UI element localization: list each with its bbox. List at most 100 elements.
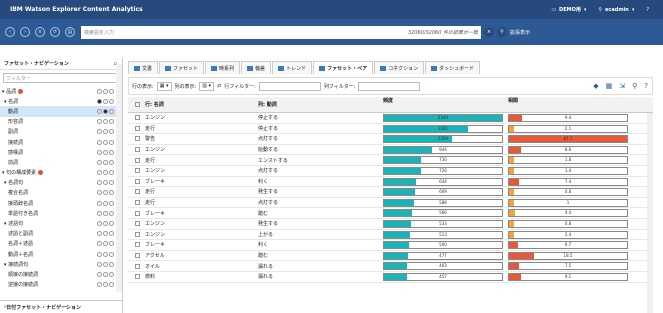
facet-radio-group[interactable] [97,139,114,145]
radio-icon[interactable] [103,271,108,277]
table-row[interactable]: エンジン 点灯する 726 1.4 [128,166,653,177]
table-row[interactable]: ブレーキ 利く 644 7.4 [128,177,653,188]
facet-radio-group[interactable] [97,261,114,267]
radio-icon[interactable] [97,108,102,114]
radio-icon[interactable] [109,200,114,206]
tab-4[interactable]: トレンド [272,61,313,74]
row-checkbox[interactable] [135,125,140,131]
help-icon[interactable]: ? [644,82,648,90]
user-menu[interactable]: ⚲ ecadmin ▾ [598,7,634,13]
tab-7[interactable]: ダッシュボード [425,61,481,74]
row-checkbox[interactable] [135,263,140,269]
facet-item[interactable]: ▾ 述語句 [0,218,122,228]
radio-icon[interactable] [109,231,114,237]
facet-item[interactable]: 順接の接続詞 [0,269,122,279]
date-facet-header[interactable]: › 日付ファセット・ナビゲーション [0,300,122,313]
facet-item[interactable]: 前詞 [0,157,122,167]
radio-icon[interactable] [103,159,108,165]
radio-icon[interactable] [97,149,102,155]
facet-item[interactable]: 複合名詞 [0,188,122,198]
search-icon[interactable]: ⚲ [497,27,507,37]
facet-filter-input[interactable]: フィルター [3,73,119,83]
table-scrollbar[interactable] [647,113,653,313]
select-all-checkbox[interactable] [135,102,140,107]
facet-item[interactable]: 副詞 [0,127,122,137]
radio-icon[interactable] [97,190,102,196]
facet-radio-group[interactable] [97,119,114,125]
facet-item[interactable]: 感嘆詞 [0,147,122,157]
export-icon[interactable]: ⇲ [619,82,625,90]
history-icon[interactable]: ⟳ [50,27,60,37]
facet-radio-group[interactable] [97,271,114,277]
tab-5[interactable]: ファセット・ペア [313,61,374,74]
facet-radio-group[interactable] [97,200,114,206]
radio-icon[interactable] [97,159,102,165]
facet-item[interactable]: 動詞＋名詞 [0,249,122,259]
radio-icon[interactable] [103,241,108,247]
stop-icon[interactable]: × [35,27,45,37]
table-row[interactable]: 走行 エンストする 730 1.8 [128,155,653,166]
radio-icon[interactable] [109,149,114,155]
table-row[interactable]: ブレーキ 利く 500 6.7 [128,240,653,251]
radio-icon[interactable] [109,88,114,94]
facet-item[interactable]: 単語付き名詞 [0,208,122,218]
facet-radio-group[interactable] [97,241,114,247]
facet-radio-group[interactable] [97,190,114,196]
clear-search-icon[interactable]: × [484,27,494,37]
table-row[interactable]: オイル 漏れる 463 7.5 [128,261,653,272]
radio-icon[interactable] [97,261,102,267]
radio-icon[interactable] [103,221,108,227]
table-row[interactable]: 走行 停止する 1661 2.1 [128,124,653,135]
row-checkbox[interactable] [135,253,140,259]
radio-icon[interactable] [97,251,102,257]
facet-item[interactable]: 逆接の接続詞 [0,280,122,290]
table-row[interactable]: 警告 点灯する 1359 87.7 [128,134,653,145]
radio-icon[interactable] [109,119,114,125]
row-checkbox[interactable] [135,210,140,216]
radio-icon[interactable] [109,271,114,277]
help-menu[interactable]: ? [646,7,649,13]
radio-icon[interactable] [97,119,102,125]
radio-icon[interactable] [97,139,102,145]
radio-icon[interactable] [109,251,114,257]
row-checkbox[interactable] [135,178,140,184]
radio-icon[interactable] [109,190,114,196]
radio-icon[interactable] [97,170,102,176]
radio-icon[interactable] [109,159,114,165]
col-filter-input[interactable] [358,81,421,91]
radio-icon[interactable] [97,282,102,288]
facet-item[interactable]: ▾ 品詞 [0,86,122,96]
radio-icon[interactable] [97,129,102,135]
row-checkbox[interactable] [135,115,140,121]
facet-radio-group[interactable] [97,98,114,104]
radio-icon[interactable] [103,261,108,267]
facet-radio-group[interactable] [97,210,114,216]
radio-icon[interactable] [103,88,108,94]
radio-icon[interactable] [109,98,114,104]
facet-radio-group[interactable] [97,108,114,114]
table-row[interactable]: 燃料 漏れる 457 9.1 [128,272,653,283]
radio-icon[interactable] [97,271,102,277]
row-checkbox[interactable] [135,274,140,280]
swap-icon[interactable]: ⇄ [217,83,221,89]
row-checkbox[interactable] [135,242,140,248]
table-row[interactable]: 走行 発生する 609 0.8 [128,187,653,198]
tab-6[interactable]: コネクション [374,61,425,74]
radio-icon[interactable] [109,261,114,267]
tab-3[interactable]: 偏差 [241,61,272,74]
facet-item[interactable]: 名詞＋述語 [0,239,122,249]
search-input[interactable]: 検索語を入力 32060/32060 件の結果が一致 [81,25,481,39]
radio-icon[interactable] [103,108,108,114]
radio-icon[interactable] [97,98,102,104]
radio-icon[interactable] [109,180,114,186]
table-row[interactable]: エンジン 上がる 513 2.4 [128,230,653,241]
radio-icon[interactable] [109,170,114,176]
radio-icon[interactable] [103,190,108,196]
facet-radio-group[interactable] [97,88,114,94]
row-checkbox[interactable] [135,136,140,142]
row-checkbox[interactable] [135,189,140,195]
facet-radio-group[interactable] [97,231,114,237]
back-icon[interactable]: ‹ [5,27,15,37]
facet-item[interactable]: ▾ 接続詞句 [0,259,122,269]
facet-radio-group[interactable] [97,282,114,288]
